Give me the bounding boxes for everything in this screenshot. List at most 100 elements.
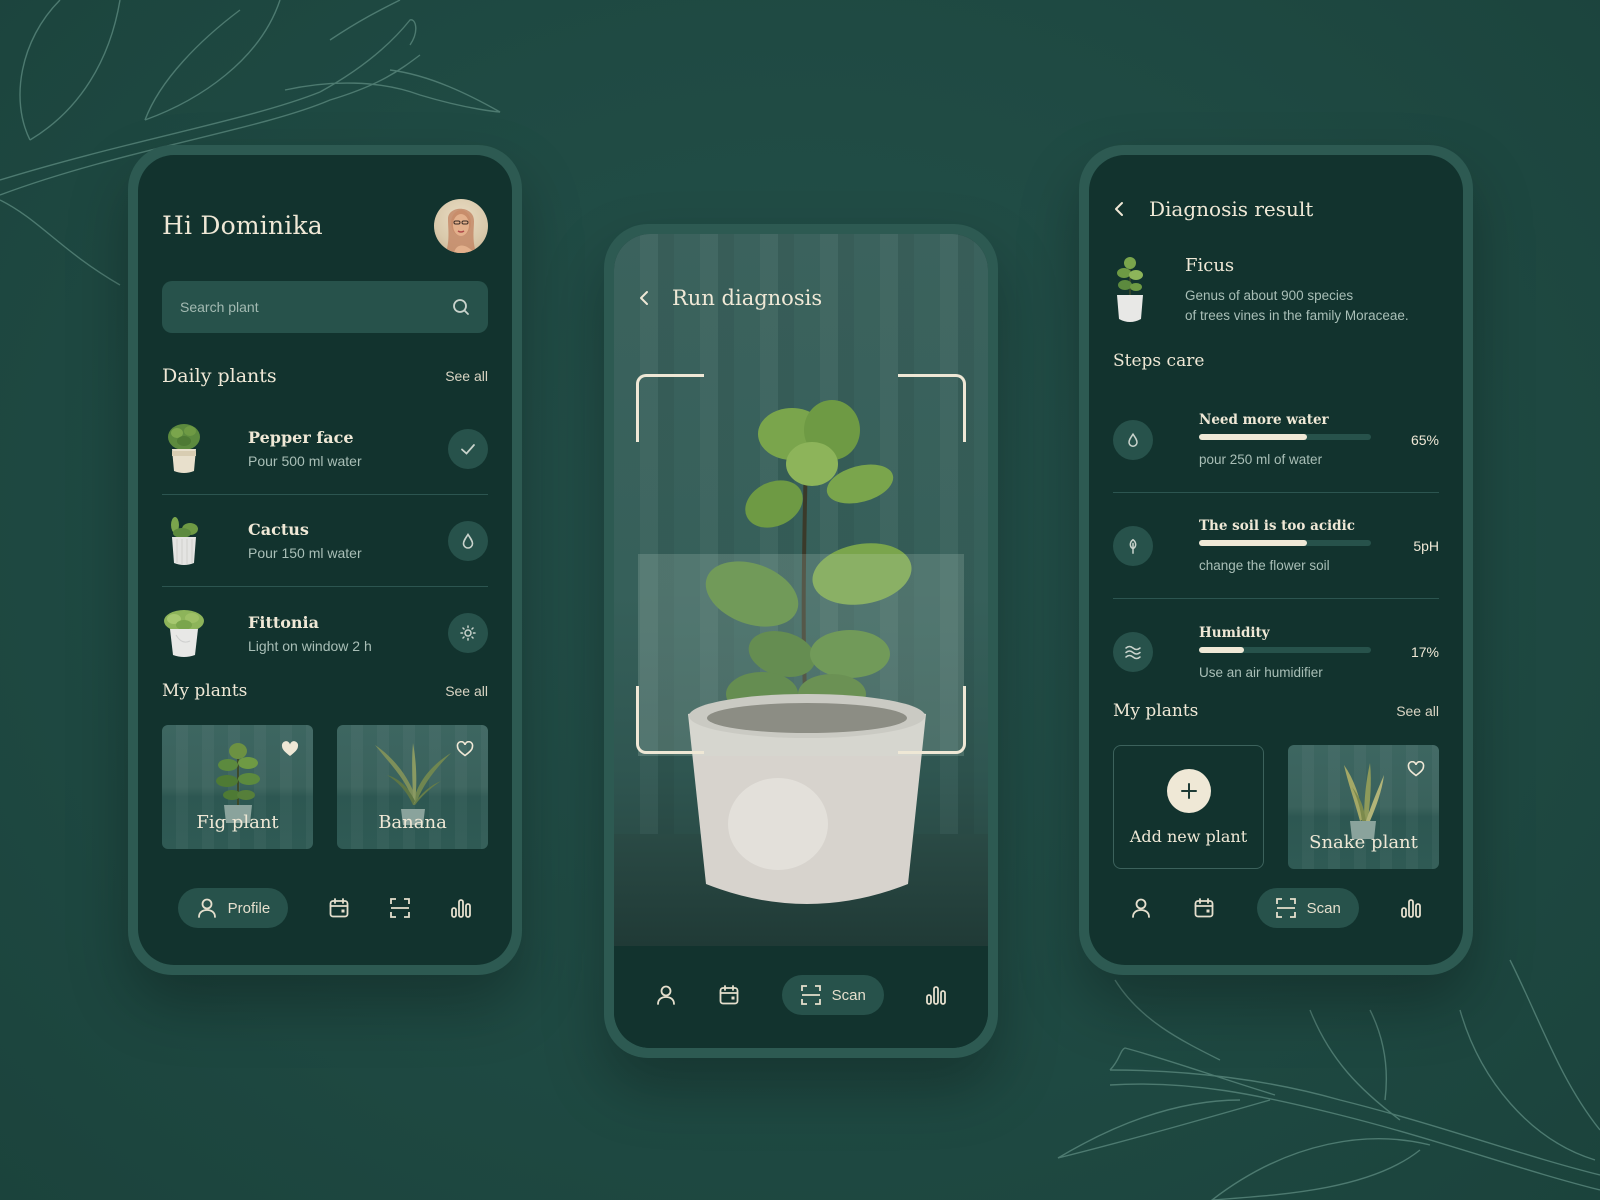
plant-card-label: Banana xyxy=(378,812,447,833)
nav-profile-label: Profile xyxy=(227,899,271,917)
phone-home-screen: Hi Dominika Daily plants See all xyxy=(128,145,522,975)
plant-name: Ficus xyxy=(1185,255,1235,276)
check-icon xyxy=(461,443,475,455)
nav-calendar[interactable] xyxy=(328,888,350,928)
care-step-title: Humidity xyxy=(1199,624,1270,641)
plant-task: Pour 500 ml water xyxy=(248,453,362,469)
phone-diagnosis-result-screen: Diagnosis result Ficus Genus of about 90… xyxy=(1079,145,1473,975)
scan-header: Run diagnosis xyxy=(638,286,822,310)
list-item[interactable]: Fittonia Light on window 2 h xyxy=(162,587,488,679)
plant-card-snake-plant[interactable]: Snake plant xyxy=(1288,745,1439,869)
page-title: Diagnosis result xyxy=(1149,197,1314,221)
search-bar[interactable] xyxy=(162,281,488,333)
daily-plants-see-all-link[interactable]: See all xyxy=(445,368,488,384)
scan-frame-corner xyxy=(898,374,966,442)
care-step-humidity[interactable]: Humidity Use an air humidifier 17% xyxy=(1113,599,1439,705)
plant-card-fig-plant[interactable]: Fig plant xyxy=(162,725,313,849)
diagnosed-plant-info: Ficus Genus of about 900 species of tree… xyxy=(1113,255,1409,326)
sun-icon xyxy=(460,625,476,641)
light-task-button[interactable] xyxy=(448,613,488,653)
bottom-navigation: Scan xyxy=(614,960,988,1030)
add-new-plant-button[interactable]: Add new plant xyxy=(1113,745,1264,869)
stats-icon xyxy=(926,986,947,1005)
my-plants-cards: Fig plant Banana xyxy=(162,725,488,849)
care-step-soil[interactable]: The soil is too acidic change the flower… xyxy=(1113,493,1439,599)
cactus-plant-thumbnail xyxy=(162,513,206,569)
calendar-icon xyxy=(719,985,739,1005)
bottom-navigation: Profile xyxy=(138,873,512,943)
result-header: Diagnosis result xyxy=(1113,197,1313,221)
daily-plants-header: Daily plants See all xyxy=(162,365,488,387)
scan-icon xyxy=(390,898,410,918)
fig-plant-image xyxy=(216,743,260,823)
my-plants-title: My plants xyxy=(162,681,248,701)
care-step-value: 17% xyxy=(1410,644,1439,660)
nav-stats[interactable] xyxy=(450,888,472,928)
scan-frame-corner xyxy=(636,374,704,442)
heart-filled-icon[interactable] xyxy=(281,741,299,757)
water-drop-icon xyxy=(1128,432,1138,447)
diagnosis-result-screen: Diagnosis result Ficus Genus of about 90… xyxy=(1089,155,1463,965)
plant-name: Cactus xyxy=(248,520,309,539)
add-new-plant-label: Add new plant xyxy=(1129,826,1248,846)
nav-profile[interactable] xyxy=(1130,888,1152,928)
scan-screen: Run diagnosis Scan xyxy=(614,234,988,1048)
bottom-navigation-container: Scan xyxy=(614,946,988,1048)
chevron-left-icon[interactable] xyxy=(638,289,650,307)
water-task-button[interactable] xyxy=(448,520,488,561)
scan-frame-corner xyxy=(898,686,966,754)
nav-profile[interactable] xyxy=(655,975,677,1015)
plant-task: Pour 150 ml water xyxy=(248,545,362,561)
nav-stats[interactable] xyxy=(1400,888,1422,928)
my-plants-header: My plants See all xyxy=(1113,701,1439,721)
plant-description-line-1: Genus of about 900 species xyxy=(1185,288,1354,303)
nav-scan[interactable]: Scan xyxy=(781,975,884,1015)
steps-care-header: Steps care xyxy=(1113,351,1439,371)
plant-description-line-2: of trees vines in the family Moraceae. xyxy=(1185,308,1409,323)
nav-stats[interactable] xyxy=(925,975,947,1015)
nav-scan-label: Scan xyxy=(831,986,866,1004)
care-step-progress-fill xyxy=(1199,646,1244,653)
user-avatar[interactable] xyxy=(434,199,488,253)
fittonia-plant-thumbnail xyxy=(162,605,206,661)
plant-name: Fittonia xyxy=(248,612,319,632)
scan-icon xyxy=(800,985,821,1005)
home-screen: Hi Dominika Daily plants See all xyxy=(138,155,512,965)
daily-plants-list: Pepper face Pour 500 ml water Cactus Pou… xyxy=(162,403,488,679)
chevron-left-icon[interactable] xyxy=(1113,200,1125,218)
nav-calendar[interactable] xyxy=(718,975,740,1015)
care-step-value: 5pH xyxy=(1413,537,1439,554)
care-step-progress-fill xyxy=(1199,434,1308,440)
care-step-value: 65% xyxy=(1410,431,1439,448)
care-step-progress-bar xyxy=(1199,646,1371,653)
nav-calendar[interactable] xyxy=(1193,888,1215,928)
water-drop-icon xyxy=(462,532,474,549)
list-item[interactable]: Pepper face Pour 500 ml water xyxy=(162,403,488,495)
user-icon xyxy=(656,985,675,1005)
plant-name: Pepper face xyxy=(248,428,354,447)
care-step-water[interactable]: Need more water pour 250 ml of water 65% xyxy=(1113,387,1439,493)
plant-card-label: Snake plant xyxy=(1309,832,1418,853)
care-step-progress-bar xyxy=(1199,540,1371,546)
list-item[interactable]: Cactus Pour 150 ml water xyxy=(162,495,488,587)
heart-outline-icon[interactable] xyxy=(1407,761,1425,777)
steps-care-title: Steps care xyxy=(1113,351,1205,371)
humidity-waves-icon xyxy=(1125,645,1141,660)
nav-profile[interactable]: Profile xyxy=(177,888,289,928)
nav-scan[interactable] xyxy=(389,888,411,928)
camera-viewfinder[interactable] xyxy=(614,234,988,946)
my-plants-see-all-link[interactable]: See all xyxy=(445,683,488,699)
scan-frame-corner xyxy=(636,686,704,754)
my-plants-see-all-link[interactable]: See all xyxy=(1396,703,1439,719)
task-done-button[interactable] xyxy=(448,428,488,469)
user-icon xyxy=(1131,898,1150,918)
plus-icon xyxy=(1180,782,1197,799)
plant-card-banana[interactable]: Banana xyxy=(337,725,488,849)
my-plants-cards: Add new plant Snake plant xyxy=(1113,745,1439,869)
user-icon xyxy=(197,898,216,918)
search-icon[interactable] xyxy=(452,298,470,316)
heart-outline-icon[interactable] xyxy=(456,741,474,757)
stats-icon xyxy=(1401,899,1422,918)
search-input[interactable] xyxy=(180,299,430,315)
nav-scan[interactable]: Scan xyxy=(1256,888,1359,928)
